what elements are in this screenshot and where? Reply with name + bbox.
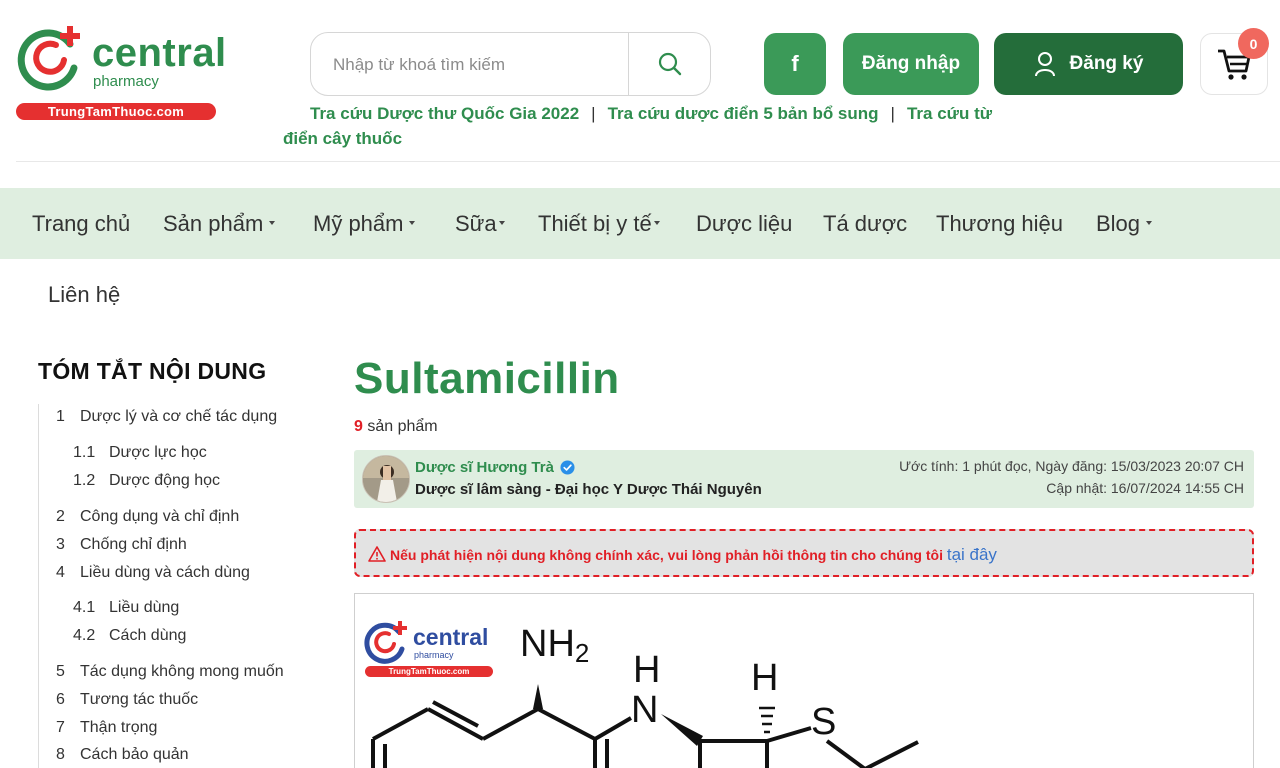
atom-h: H: [751, 657, 779, 699]
facebook-button[interactable]: f: [764, 33, 826, 95]
feedback-warning: Nếu phát hiện nội dung không chính xác, …: [354, 529, 1254, 577]
nav-item-thuong-hieu[interactable]: Thương hiệu: [936, 188, 1063, 259]
caret-down-icon: [269, 221, 276, 226]
molecule-structure-drawing: [371, 684, 919, 768]
toc-item[interactable]: 4.1 Liều dùng: [73, 599, 179, 617]
nav-item-my-pham[interactable]: Mỹ phẩm: [313, 188, 416, 259]
toc-item[interactable]: 4.2 Cách dùng: [73, 627, 186, 645]
register-label: Đăng ký: [1069, 53, 1144, 74]
nav-item-thiet-bi-y-te[interactable]: Thiết bị y tế: [538, 188, 660, 259]
search-box: [310, 32, 711, 96]
quick-link-duoc-thu[interactable]: Tra cứu Dược thư Quốc Gia 2022: [283, 104, 579, 123]
author-role: Dược sĩ lâm sàng - Đại học Y Dược Thái N…: [415, 481, 762, 498]
atom-n: N: [631, 689, 659, 731]
logo-wordmark: central: [92, 31, 227, 75]
nav-item-blog[interactable]: Blog: [1096, 188, 1153, 259]
toc-item[interactable]: 3 Chống chỉ định: [56, 536, 187, 554]
header-divider: [16, 161, 1280, 162]
product-count: 9 sản phẩm: [354, 418, 438, 436]
logo-subtitle: pharmacy: [93, 73, 159, 90]
nav-item-san-pham[interactable]: Sản phẩm: [163, 188, 276, 259]
publish-meta: Ước tính: 1 phút đọc, Ngày đăng: 15/03/2…: [899, 458, 1244, 474]
structure-figure: central pharmacy TrungTamThuoc.com NH2 H…: [354, 593, 1254, 768]
pharmacy-cross-logo-icon: [17, 26, 80, 91]
author-name[interactable]: Dược sĩ Hương Trà: [415, 459, 554, 476]
toc-title: TÓM TẮT NỘI DUNG: [38, 358, 267, 384]
quick-links: Tra cứu Dược thư Quốc Gia 2022 | Tra cứu d…: [283, 101, 1003, 151]
login-button[interactable]: Đăng nhập: [843, 33, 979, 95]
link-separator: |: [591, 104, 596, 123]
link-separator: |: [890, 104, 895, 123]
toc-item[interactable]: 6 Tương tác thuốc: [56, 691, 198, 709]
user-icon: [1034, 52, 1055, 77]
product-count-suffix: sản phẩm: [367, 418, 438, 435]
nav-item-ta-duoc[interactable]: Tá dược: [823, 188, 907, 259]
toc-item[interactable]: 1 Dược lý và cơ chế tác dụng: [56, 408, 277, 426]
page-title: Sultamicillin: [354, 354, 620, 403]
toc-item[interactable]: 4 Liều dùng và cách dùng: [56, 564, 250, 582]
toc-item[interactable]: 2 Công dụng và chỉ định: [56, 508, 239, 526]
caret-down-icon: [498, 221, 505, 226]
toc-item[interactable]: 1.2 Dược động học: [73, 472, 220, 490]
nav-item-lien-he[interactable]: Liên hệ: [48, 282, 120, 308]
search-input[interactable]: [321, 45, 621, 85]
main-nav: Trang chủ Sản phẩm Mỹ phẩm Sữa Thiết bị …: [0, 188, 1280, 259]
toc-item[interactable]: 7 Thận trọng: [56, 719, 157, 737]
logo-domain-bar: TrungTamThuoc.com: [16, 103, 216, 120]
site-logo[interactable]: central pharmacy TrungTamThuoc.com: [16, 22, 226, 122]
warning-triangle-icon: [368, 546, 386, 562]
author-photo: [363, 456, 409, 502]
search-button[interactable]: [629, 33, 710, 95]
register-button[interactable]: Đăng ký: [994, 33, 1183, 95]
nav-item-duoc-lieu[interactable]: Dược liệu: [696, 188, 792, 259]
caret-down-icon: [1146, 221, 1153, 226]
toc-item[interactable]: 1.1 Dược lực học: [73, 444, 207, 462]
product-count-number: 9: [354, 418, 363, 435]
cart-count-badge: 0: [1238, 28, 1269, 59]
nav-item-sua[interactable]: Sữa: [455, 188, 505, 259]
facebook-icon: f: [791, 51, 799, 76]
caret-down-icon: [653, 221, 660, 226]
search-icon: [658, 52, 681, 76]
warning-text: Nếu phát hiện nội dung không chính xác, …: [390, 545, 997, 564]
atom-h: H: [633, 649, 661, 691]
toc-item[interactable]: 8 Cách bảo quản: [56, 746, 189, 764]
atom-nh2: NH2: [520, 623, 590, 668]
nav-item-trang-chu[interactable]: Trang chủ: [32, 188, 130, 259]
update-meta: Cập nhật: 16/07/2024 14:55 CH: [1046, 480, 1244, 496]
feedback-link[interactable]: tại đây: [947, 545, 997, 564]
atom-s: S: [811, 701, 837, 743]
author-box: Dược sĩ Hương Trà Dược sĩ lâm sàng - Đại…: [354, 450, 1254, 508]
verified-check-icon: [560, 460, 575, 475]
quick-link-duoc-dien[interactable]: Tra cứu dược điển 5 bản bổ sung: [608, 104, 879, 123]
toc-item[interactable]: 5 Tác dụng không mong muốn: [56, 663, 284, 681]
toc-list: 1 Dược lý và cơ chế tác dụng 1.1 Dược lực …: [38, 404, 308, 768]
login-label: Đăng nhập: [861, 53, 961, 74]
caret-down-icon: [409, 221, 416, 226]
avatar[interactable]: [362, 455, 410, 503]
